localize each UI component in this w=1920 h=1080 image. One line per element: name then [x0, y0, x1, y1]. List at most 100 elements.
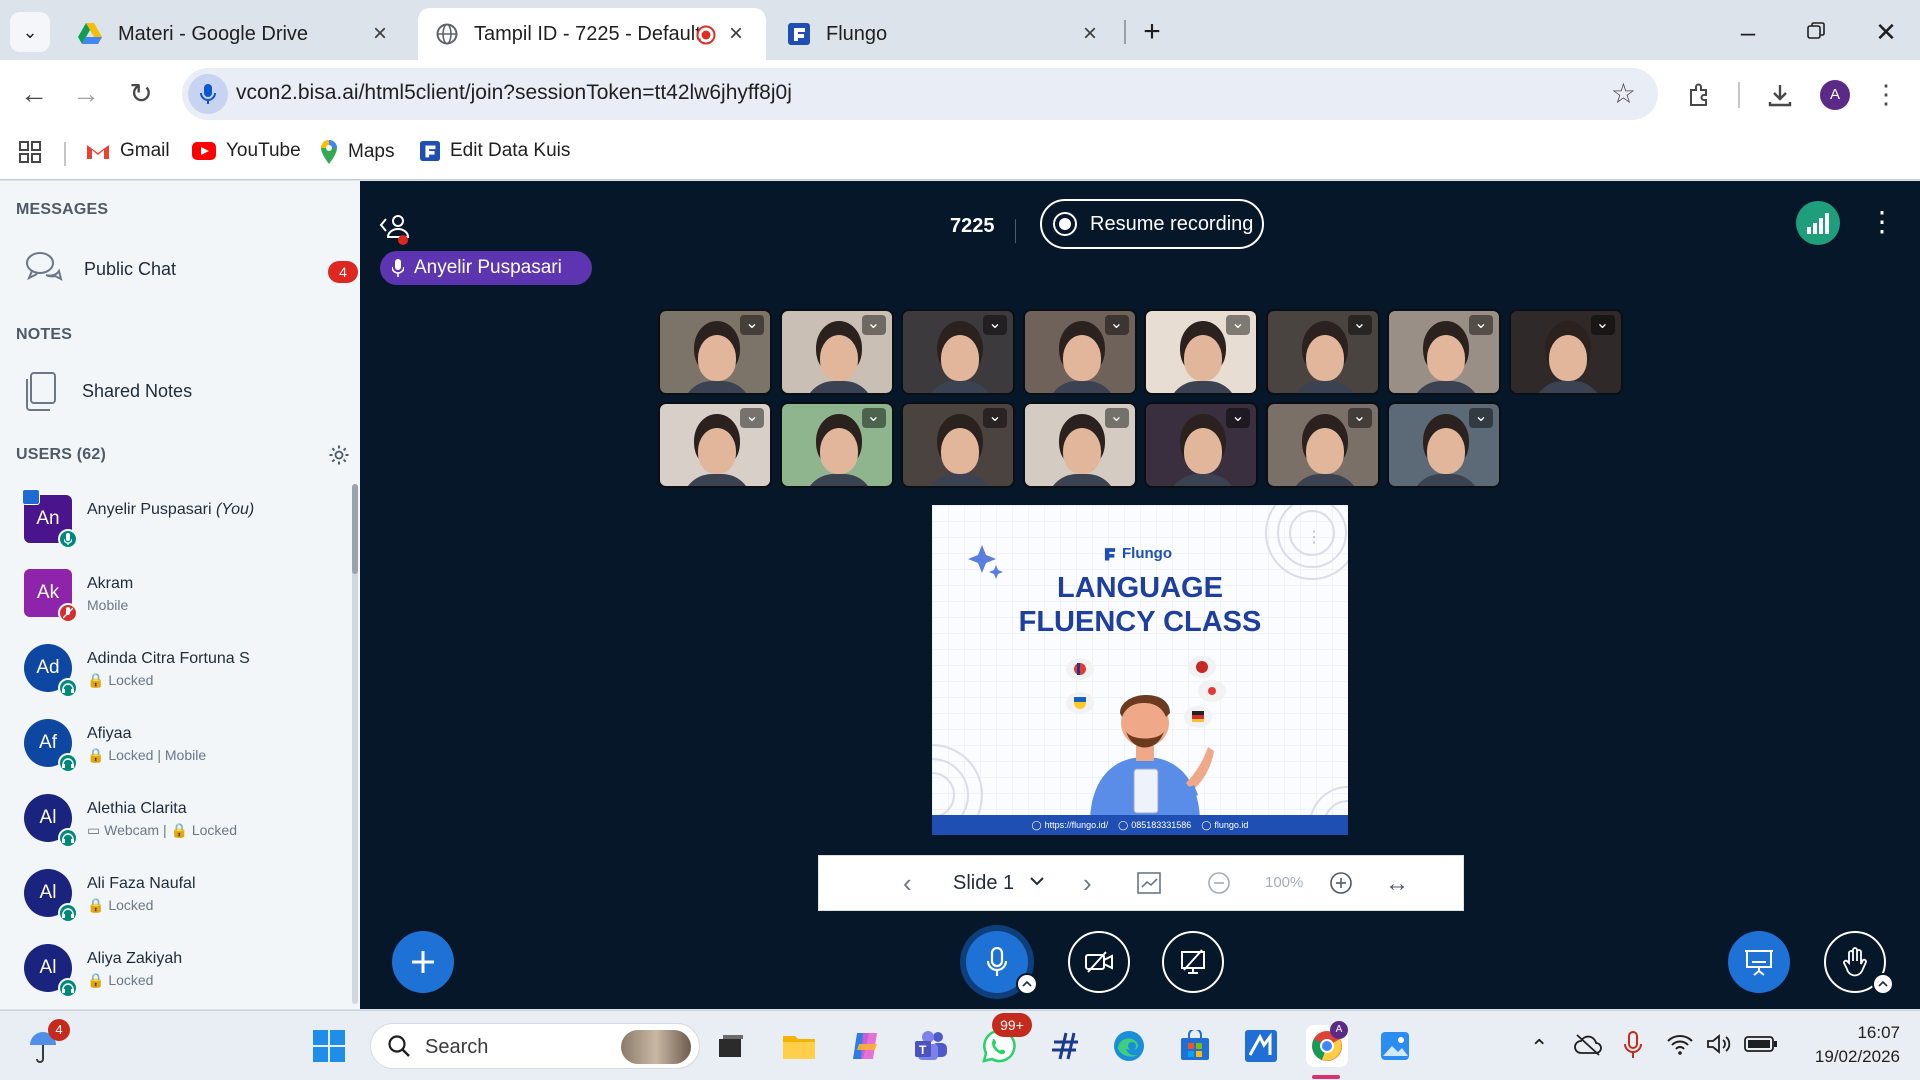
options-kebab-icon[interactable]: ⋮	[1868, 205, 1896, 238]
user-list-item[interactable]: Al Aliya Zakiyah 🔒 Locked	[22, 936, 342, 1006]
bookmark-edit-data-kuis[interactable]: Edit Data Kuis	[420, 140, 570, 162]
slide-select[interactable]: Slide 1	[953, 872, 1014, 895]
resume-recording-button[interactable]: Resume recording	[1040, 199, 1264, 249]
edge-icon[interactable]	[1108, 1025, 1150, 1067]
battery-icon[interactable]	[1744, 1036, 1778, 1052]
user-list-item[interactable]: Ad Adinda Citra Fortuna S 🔒 Locked	[22, 636, 342, 706]
previous-slide-icon[interactable]: ‹	[903, 868, 912, 899]
apps-grid-icon[interactable]	[18, 140, 42, 164]
participant-video-tile[interactable]: ⌄	[1265, 309, 1380, 395]
tile-options-chevron-icon[interactable]: ⌄	[740, 315, 764, 335]
photos-icon[interactable]	[1374, 1025, 1416, 1067]
extensions-icon[interactable]	[1680, 74, 1720, 114]
participant-video-tile[interactable]: ⌄	[1022, 309, 1137, 395]
chevron-up-icon[interactable]: ⌃	[1530, 1035, 1548, 1061]
participant-video-tile[interactable]: ⌄	[658, 402, 772, 488]
participant-video-tile[interactable]: ⌄	[1387, 402, 1501, 488]
user-list-item[interactable]: Af Afiyaa 🔒 Locked | Mobile	[22, 711, 342, 781]
vscode-like-icon[interactable]	[1240, 1025, 1282, 1067]
tile-options-chevron-icon[interactable]: ⌄	[1104, 408, 1129, 428]
address-bar[interactable]: vcon2.bisa.ai/html5client/join?sessionTo…	[182, 68, 1658, 120]
user-list-item[interactable]: An Anyelir Puspasari (You)	[22, 487, 342, 557]
bookmark-star-icon[interactable]: ☆	[1611, 77, 1636, 110]
restore-button[interactable]	[1798, 14, 1834, 50]
volume-icon[interactable]	[1706, 1033, 1732, 1055]
minimize-button[interactable]: –	[1730, 14, 1766, 50]
menu-kebab-icon[interactable]: ⋮	[1866, 74, 1906, 114]
tile-options-chevron-icon[interactable]: ⌄	[1226, 315, 1250, 335]
connection-status-icon[interactable]	[1796, 201, 1840, 245]
windows-start-icon[interactable]	[308, 1025, 350, 1067]
cloud-off-icon[interactable]	[1574, 1033, 1602, 1057]
tile-options-chevron-icon[interactable]: ⌄	[861, 408, 886, 428]
whiteboard-icon[interactable]	[1137, 872, 1161, 894]
user-list-item[interactable]: Al Ali Faza Naufal 🔒 Locked	[22, 861, 342, 931]
reactions-chevron-icon[interactable]	[1872, 973, 1894, 995]
tab-search-button[interactable]: ⌄	[10, 12, 50, 52]
file-explorer-icon[interactable]	[778, 1025, 820, 1067]
microsoft-store-icon[interactable]	[1174, 1025, 1216, 1067]
screen-share-off-button[interactable]	[1162, 931, 1224, 993]
next-slide-icon[interactable]: ›	[1083, 868, 1092, 899]
participant-video-tile[interactable]: ⌄	[1265, 402, 1380, 488]
gear-icon[interactable]	[328, 444, 350, 466]
microphone-in-use-icon[interactable]	[1624, 1031, 1642, 1059]
tile-options-chevron-icon[interactable]: ⌄	[983, 408, 1007, 428]
actions-plus-button[interactable]	[392, 931, 454, 993]
task-view-icon[interactable]	[710, 1025, 752, 1067]
user-list-item[interactable]: Al Alethia Clarita ▭ Webcam | 🔒 Locked	[22, 786, 342, 856]
audio-settings-chevron-icon[interactable]	[1016, 973, 1038, 995]
zoom-out-icon[interactable]	[1207, 871, 1231, 895]
shared-notes-item[interactable]: Shared Notes	[24, 371, 192, 411]
camera-off-button[interactable]	[1068, 931, 1130, 993]
close-tab-icon[interactable]: ×	[368, 22, 392, 46]
wifi-icon[interactable]	[1666, 1033, 1694, 1055]
tab-meeting[interactable]: Tampil ID - 7225 - Default ×	[418, 8, 766, 60]
participant-video-tile[interactable]: ⌄	[779, 402, 894, 488]
close-tab-icon[interactable]: ×	[1078, 22, 1102, 46]
taskbar-search-box[interactable]: Search	[370, 1023, 700, 1069]
presentation-slide[interactable]: Flungo LANGUAGE FLUENCY CLASS ◯ https://…	[932, 505, 1348, 835]
user-list-item[interactable]: Ak Akram Mobile	[22, 561, 342, 631]
tile-options-chevron-icon[interactable]: ⌄	[740, 408, 764, 428]
teams-icon[interactable]: T	[910, 1025, 952, 1067]
download-icon[interactable]	[1760, 74, 1800, 114]
profile-avatar[interactable]: A	[1820, 80, 1850, 110]
slide-menu-dots-icon[interactable]: ⋮	[1306, 527, 1322, 547]
mic-permission-icon[interactable]	[188, 74, 228, 114]
bookmark-maps[interactable]: Maps	[320, 140, 394, 164]
tile-options-chevron-icon[interactable]: ⌄	[1226, 408, 1250, 428]
chevron-down-icon[interactable]	[1029, 869, 1045, 893]
tile-options-chevron-icon[interactable]: ⌄	[1469, 408, 1493, 428]
participant-video-tile[interactable]: ⌄	[901, 309, 1015, 395]
participant-video-tile[interactable]: ⌄	[658, 309, 772, 395]
tile-options-chevron-icon[interactable]: ⌄	[983, 315, 1007, 335]
bookmark-youtube[interactable]: YouTube	[192, 140, 301, 162]
slashes-app-icon[interactable]	[1044, 1025, 1086, 1067]
public-chat-item[interactable]: Public Chat	[24, 249, 176, 289]
zoom-in-icon[interactable]	[1329, 871, 1353, 895]
participant-video-tile[interactable]: ⌄	[1508, 309, 1623, 395]
close-window-button[interactable]: ✕	[1868, 14, 1904, 50]
tile-options-chevron-icon[interactable]: ⌄	[1104, 315, 1129, 335]
tile-options-chevron-icon[interactable]: ⌄	[1590, 315, 1615, 335]
participant-video-tile[interactable]: ⌄	[901, 402, 1015, 488]
back-arrow-icon[interactable]: ←	[14, 74, 54, 114]
tile-options-chevron-icon[interactable]: ⌄	[1469, 315, 1493, 335]
copilot-icon[interactable]	[844, 1025, 886, 1067]
participant-video-tile[interactable]: ⌄	[1387, 309, 1501, 395]
clock[interactable]: 16:07 19/02/2026	[1790, 1021, 1900, 1069]
tile-options-chevron-icon[interactable]: ⌄	[861, 315, 886, 335]
participant-video-tile[interactable]: ⌄	[1144, 402, 1258, 488]
participant-video-tile[interactable]: ⌄	[1022, 402, 1137, 488]
participant-video-tile[interactable]: ⌄	[779, 309, 894, 395]
presentation-toggle-button[interactable]	[1728, 931, 1790, 993]
bookmark-gmail[interactable]: Gmail	[86, 140, 170, 162]
toggle-user-list-icon[interactable]	[378, 211, 414, 247]
forward-arrow-icon[interactable]: →	[66, 74, 106, 114]
new-tab-button[interactable]: +	[1134, 14, 1170, 50]
close-tab-icon[interactable]: ×	[724, 22, 748, 46]
tab-flungo[interactable]: Flungo ×	[770, 8, 1120, 60]
scrollbar-thumb[interactable]	[352, 484, 358, 574]
tile-options-chevron-icon[interactable]: ⌄	[1347, 315, 1372, 335]
